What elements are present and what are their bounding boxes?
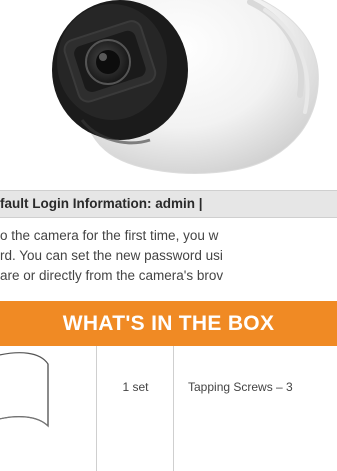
table-row-item-cell: Tapping Screws – 3 [174, 346, 337, 471]
whats-in-the-box-title: WHAT'S IN THE BOX [62, 311, 275, 335]
description-line: rd. You can set the new password usi [0, 248, 223, 263]
table-row-image-cell [0, 346, 97, 471]
screw-bag-icon [0, 352, 49, 428]
camera-product-image [0, 0, 337, 180]
description-line: o the camera for the first time, you w [0, 228, 219, 243]
dome-camera-illustration [52, 0, 319, 174]
table-row-qty: 1 set [122, 380, 149, 394]
first-login-description: o the camera for the first time, you w r… [0, 226, 337, 286]
table-row-qty-cell: 1 set [97, 346, 174, 471]
table-row-item: Tapping Screws – 3 [188, 380, 293, 394]
description-line: are or directly from the camera's brov [0, 268, 224, 283]
box-contents-table: 1 set Tapping Screws – 3 [0, 346, 337, 471]
default-login-label: fault Login Information: admin | [0, 196, 203, 211]
whats-in-the-box-header: WHAT'S IN THE BOX [0, 301, 337, 346]
default-login-bar: fault Login Information: admin | [0, 190, 337, 218]
